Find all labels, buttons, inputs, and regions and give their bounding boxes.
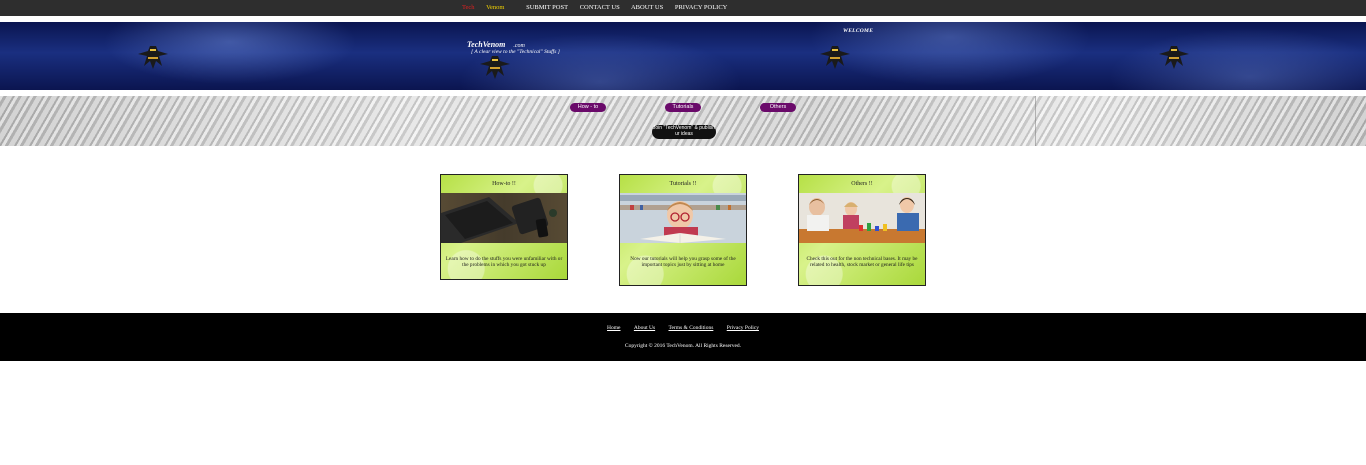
child-reading-book-photo bbox=[620, 193, 746, 243]
ninja-logo-icon bbox=[1159, 46, 1189, 69]
category-strip: How - to Tutorials Others Join "TechVeno… bbox=[0, 96, 1366, 146]
welcome-text: WELCOME bbox=[843, 28, 874, 34]
laptop-tablet-phone-photo bbox=[441, 193, 567, 243]
footer-link-terms[interactable]: Terms & Conditions bbox=[669, 325, 714, 331]
brand-link[interactable]: Tech Venom bbox=[462, 4, 514, 11]
header-banner: TechVenom .com [ A clear view to the "Tec… bbox=[0, 22, 1366, 90]
category-tutorials-button[interactable]: Tutorials bbox=[665, 103, 701, 112]
card-tutorials[interactable]: Tutorials !! Now our tutorials will help… bbox=[619, 174, 747, 286]
top-nav: Tech Venom SUBMIT POST CONTACT US ABOUT … bbox=[0, 0, 1366, 16]
nav-contact-us[interactable]: CONTACT US bbox=[580, 4, 620, 11]
brand-tech: Tech bbox=[462, 4, 475, 11]
nav-privacy-policy[interactable]: PRIVACY POLICY bbox=[675, 4, 728, 11]
brand-venom: Venom bbox=[486, 4, 505, 11]
ninja-logo-icon bbox=[820, 46, 850, 69]
card-description: Check this out for the non technical bas… bbox=[806, 256, 918, 268]
card-how-to[interactable]: How-to !! Learn how to do the stuffs you… bbox=[440, 174, 568, 280]
strip-divider bbox=[1035, 96, 1036, 146]
category-how-to-button[interactable]: How - to bbox=[570, 103, 606, 112]
join-publish-button[interactable]: Join "TechVenom" & publish ur ideas bbox=[652, 125, 716, 139]
site-tagline: [ A clear view to the "Technical" Stuffs… bbox=[471, 49, 560, 55]
card-title: Others !! bbox=[851, 181, 873, 187]
family-playing-game-photo bbox=[799, 193, 925, 243]
card-title: Tutorials !! bbox=[669, 181, 697, 187]
ninja-logo-icon bbox=[138, 46, 168, 69]
site-title-text: TechVenom bbox=[467, 40, 506, 49]
top-nav-items: Tech Venom SUBMIT POST CONTACT US ABOUT … bbox=[462, 4, 737, 11]
ninja-logo-icon bbox=[480, 56, 510, 79]
footer: Home About Us Terms & Conditions Privacy… bbox=[0, 313, 1366, 361]
copyright-text: Copyright © 2016 TechVenom. All Rights R… bbox=[624, 343, 742, 349]
card-description: Now our tutorials will help you grasp so… bbox=[630, 256, 736, 268]
nav-about-us[interactable]: ABOUT US bbox=[631, 4, 663, 11]
footer-link-privacy-policy[interactable]: Privacy Policy bbox=[727, 325, 759, 331]
footer-links: Home About Us Terms & Conditions Privacy… bbox=[0, 325, 1366, 331]
nav-submit-post[interactable]: SUBMIT POST bbox=[526, 4, 568, 11]
site-title[interactable]: TechVenom .com bbox=[467, 40, 525, 49]
card-description: Learn how to do the stuffs you were unfa… bbox=[445, 256, 563, 268]
footer-link-about-us[interactable]: About Us bbox=[634, 325, 655, 331]
card-others[interactable]: Others !! Check this out for the non tec… bbox=[798, 174, 926, 286]
category-others-button[interactable]: Others bbox=[760, 103, 796, 112]
footer-link-home[interactable]: Home bbox=[607, 325, 620, 331]
card-title: How-to !! bbox=[492, 181, 516, 187]
